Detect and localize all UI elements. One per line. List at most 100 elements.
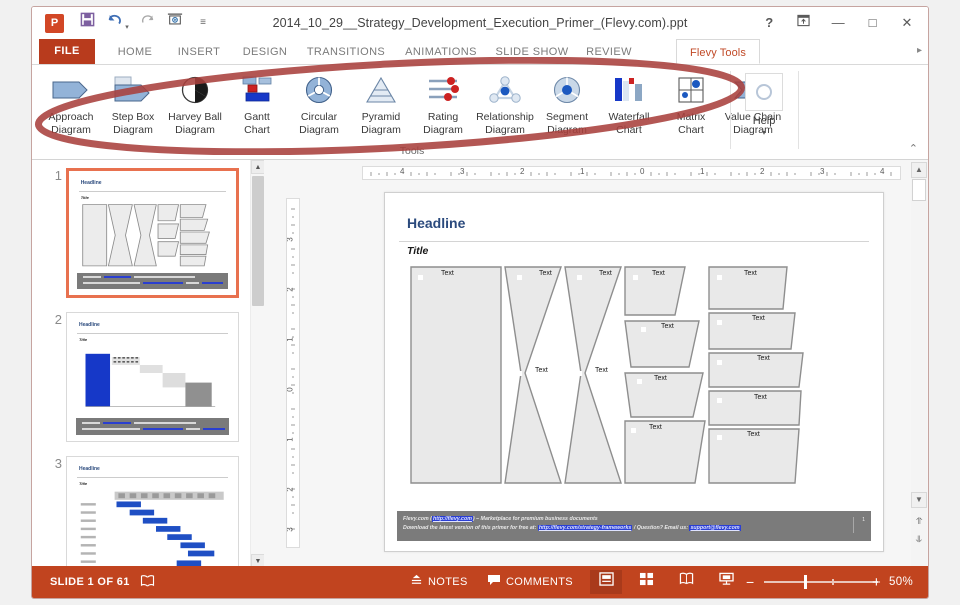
- tab-review[interactable]: REVIEW: [578, 39, 640, 64]
- step-box-diagram-label: Step Box Diagram: [111, 111, 155, 136]
- maximize-button[interactable]: □: [858, 11, 888, 35]
- footer-link-flevy[interactable]: http://flevy.com: [431, 516, 473, 522]
- fishbone-label-4[interactable]: Text: [652, 270, 665, 277]
- zoom-in-button[interactable]: +: [872, 566, 881, 598]
- tab-home[interactable]: HOME: [106, 39, 164, 64]
- thumbnail-image-1[interactable]: Headline Title: [66, 168, 239, 298]
- scroll-up-button[interactable]: ▲: [911, 162, 927, 178]
- fishbone-label-2[interactable]: Text: [539, 270, 552, 277]
- work-area: 1 Headline Title 2 Headline Title 3 Head…: [32, 160, 928, 568]
- chevron-right-icon[interactable]: ▸: [917, 45, 922, 56]
- fishbone-label-10[interactable]: Text: [595, 367, 608, 374]
- pyramid-diagram-button[interactable]: Pyramid Diagram: [350, 67, 412, 137]
- tab-insert[interactable]: INSERT: [168, 39, 230, 64]
- reading-view-button[interactable]: [670, 570, 702, 594]
- group-divider-2: [798, 71, 799, 149]
- footer-line2-mid: / Question? Email us:: [632, 525, 690, 531]
- help-button-group[interactable]: Help ▾: [738, 67, 790, 137]
- fishbone-diagram[interactable]: Text Text Text Text Text Text Text Text …: [409, 265, 861, 485]
- circular-diagram-button[interactable]: Circular Diagram: [288, 67, 350, 137]
- step-box-diagram-icon: [102, 73, 164, 107]
- notes-button[interactable]: NOTES: [410, 566, 468, 598]
- slide-sorter-view-button[interactable]: [630, 570, 662, 594]
- thumbnail-scroll-up-button[interactable]: ▲: [251, 160, 264, 174]
- ribbon-display-options-button[interactable]: [789, 11, 819, 35]
- matrix-chart-button[interactable]: Matrix Chart: [660, 67, 722, 137]
- zoom-slider-midpoint: [832, 579, 834, 585]
- thumbnail-scroll-thumb[interactable]: [252, 176, 264, 306]
- chevron-down-icon[interactable]: ▾: [738, 128, 790, 137]
- slide-counter[interactable]: SLIDE 1 OF 61: [50, 566, 130, 598]
- fishbone-label-1[interactable]: Text: [441, 270, 454, 277]
- next-slide-button[interactable]: ⥥: [911, 532, 927, 548]
- ruler-tick-v-3: 0: [286, 387, 295, 392]
- application-frame: P ▾ ≡ 2014_10_29__Strategy_Development_E…: [31, 6, 929, 599]
- thumbnail-scrollbar[interactable]: ▲ ▼: [250, 160, 264, 568]
- rating-diagram-button[interactable]: Rating Diagram: [412, 67, 474, 137]
- slide-scrollbar[interactable]: ▲ ▼ ⥣ ⥥: [911, 162, 927, 566]
- thumbnail-image-2[interactable]: Headline Title: [66, 312, 239, 442]
- waterfall-chart-icon: [598, 73, 660, 107]
- slide-canvas[interactable]: Headline Title Text Text Text Text Text …: [384, 192, 884, 552]
- fishbone-label-5[interactable]: Text: [744, 270, 757, 277]
- tab-flevy-tools[interactable]: Flevy Tools: [676, 39, 760, 64]
- tab-design[interactable]: DESIGN: [234, 39, 296, 64]
- tab-animations[interactable]: ANIMATIONS: [396, 39, 486, 64]
- gantt-chart-label: Gantt Chart: [244, 111, 270, 136]
- gantt-chart-button[interactable]: Gantt Chart: [226, 67, 288, 137]
- rating-diagram-label: Rating Diagram: [423, 111, 463, 136]
- slide-headline[interactable]: Headline: [407, 215, 465, 231]
- footer-link-support-email[interactable]: support@flevy.com: [689, 525, 741, 531]
- fishbone-label-13[interactable]: Text: [649, 424, 662, 431]
- fishbone-label-7[interactable]: Text: [661, 323, 674, 330]
- vertical-ruler[interactable]: 3 2 1 0 1 2 3: [286, 198, 300, 548]
- spellcheck-icon[interactable]: [140, 574, 155, 591]
- fishbone-label-9[interactable]: Text: [535, 367, 548, 374]
- slide-number-3: 3: [54, 456, 62, 471]
- fishbone-label-11[interactable]: Text: [654, 375, 667, 382]
- normal-view-button[interactable]: [590, 570, 622, 594]
- slide-show-button[interactable]: [710, 570, 742, 594]
- fishbone-label-3[interactable]: Text: [599, 270, 612, 277]
- fishbone-label-14[interactable]: Text: [747, 431, 760, 438]
- approach-diagram-button[interactable]: Approach Diagram: [40, 67, 102, 137]
- minimize-button[interactable]: —: [823, 11, 853, 35]
- comments-button[interactable]: COMMENTS: [487, 566, 573, 598]
- footer-line1-pre: Flevy.com (: [403, 516, 432, 522]
- ruler-tick-v-1: 2: [286, 287, 295, 292]
- approach-diagram-icon: [40, 73, 102, 107]
- zoom-slider-track[interactable]: [764, 581, 878, 583]
- zoom-level-label[interactable]: 50%: [889, 566, 913, 598]
- fishbone-label-12[interactable]: Text: [754, 394, 767, 401]
- tab-transitions[interactable]: TRANSITIONS: [300, 39, 392, 64]
- scroll-thumb[interactable]: [912, 179, 926, 201]
- previous-slide-button[interactable]: ⥣: [911, 514, 927, 530]
- slide-thumbnail-pane[interactable]: 1 Headline Title 2 Headline Title 3 Head…: [32, 160, 264, 568]
- tab-slide-show[interactable]: SLIDE SHOW: [490, 39, 574, 64]
- slide-footer[interactable]: Flevy.com (http://flevy.com) – Marketpla…: [397, 511, 871, 541]
- help-button[interactable]: ?: [754, 11, 784, 35]
- horizontal-ruler[interactable]: 4 3 2 1 0 1 2 3 4: [362, 166, 901, 180]
- fit-slide-to-window-button[interactable]: [920, 570, 928, 594]
- harvey-ball-diagram-button[interactable]: Harvey Ball Diagram: [164, 67, 226, 137]
- mini-footer-1: [77, 272, 228, 289]
- step-box-diagram-button[interactable]: Step Box Diagram: [102, 67, 164, 137]
- slide-subtitle[interactable]: Title: [407, 245, 428, 257]
- fishbone-label-8[interactable]: Text: [757, 355, 770, 362]
- scroll-down-button[interactable]: ▼: [911, 492, 927, 508]
- waterfall-chart-button[interactable]: Waterfall Chart: [598, 67, 660, 137]
- pyramid-diagram-icon: [350, 73, 412, 107]
- segment-diagram-button[interactable]: Segment Diagram: [536, 67, 598, 137]
- footer-link-frameworks[interactable]: http://flevy.com/strategy-frameworks: [537, 525, 633, 531]
- zoom-out-button[interactable]: −: [746, 566, 755, 598]
- close-button[interactable]: ✕: [892, 11, 922, 35]
- thumbnail-image-3[interactable]: Headline Title: [66, 456, 239, 568]
- zoom-slider-handle[interactable]: [804, 575, 807, 589]
- tab-file[interactable]: FILE: [39, 39, 95, 64]
- mini-slide-1: Headline Title: [69, 171, 236, 295]
- collapse-ribbon-button[interactable]: ⌃: [909, 142, 918, 155]
- relationship-diagram-button[interactable]: Relationship Diagram: [474, 67, 536, 137]
- fishbone-label-6[interactable]: Text: [752, 315, 765, 322]
- mini-title-1: Title: [80, 194, 89, 200]
- group-divider: [730, 71, 731, 149]
